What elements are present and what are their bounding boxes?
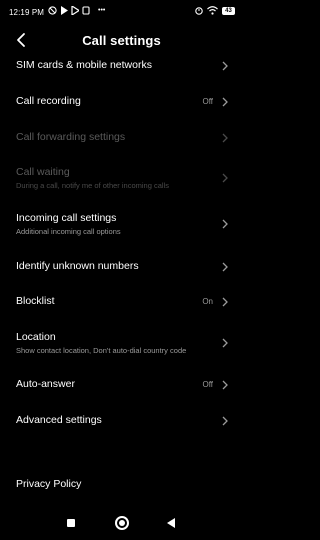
setting-label: SIM cards & mobile networks — [16, 59, 152, 71]
system-icons: 43 — [195, 6, 235, 15]
page-title: Call settings — [82, 33, 161, 48]
sim-cards-setting[interactable]: SIM cards & mobile networks — [0, 56, 243, 78]
chevron-right-icon — [222, 416, 228, 426]
home-button[interactable] — [115, 516, 129, 530]
setting-label: Call forwarding settings — [16, 131, 126, 143]
setting-label: Location — [16, 331, 56, 343]
blocklist-setting[interactable]: Blocklist On — [0, 292, 243, 314]
chevron-right-icon — [222, 297, 228, 307]
setting-description: During a call, notify me of other incomi… — [16, 181, 169, 190]
more-notifications-icon: ••• — [98, 7, 106, 14]
chevron-right-icon — [222, 133, 228, 143]
chevron-right-icon — [222, 219, 228, 229]
chevron-right-icon — [222, 262, 228, 272]
alarm-icon — [195, 7, 203, 15]
chevron-right-icon — [222, 97, 228, 107]
chevron-right-icon — [222, 338, 228, 348]
setting-label: Advanced settings — [16, 414, 102, 426]
setting-value: On — [202, 297, 213, 306]
call-recording-setting[interactable]: Call recording Off — [0, 92, 243, 114]
top-bar: Call settings — [0, 30, 243, 52]
chevron-right-icon — [222, 61, 228, 71]
call-forwarding-setting: Call forwarding settings — [0, 128, 243, 150]
back-button[interactable] — [167, 518, 175, 528]
location-setting[interactable]: Location Show contact location, Don't au… — [0, 329, 243, 359]
battery-icon: 43 — [222, 6, 235, 15]
setting-description: Show contact location, Don't auto-dial c… — [16, 346, 187, 355]
setting-label: Privacy Policy — [16, 478, 82, 490]
battery-level: 43 — [225, 7, 232, 14]
notification-icons: ••• — [48, 6, 105, 15]
app-notification-icon — [82, 6, 90, 15]
setting-value: Off — [202, 97, 213, 106]
setting-label: Call recording — [16, 95, 81, 107]
setting-label: Blocklist — [16, 295, 55, 307]
advanced-settings[interactable]: Advanced settings — [0, 411, 243, 433]
chevron-right-icon — [222, 380, 228, 390]
setting-value: Off — [202, 380, 213, 389]
no-disturb-icon — [48, 6, 57, 15]
play-icon — [61, 6, 68, 15]
call-waiting-setting: Call waiting During a call, notify me of… — [0, 164, 243, 194]
status-bar: 12:19 PM ••• 43 — [0, 0, 243, 24]
auto-answer-setting[interactable]: Auto-answer Off — [0, 375, 243, 397]
setting-label: Incoming call settings — [16, 212, 117, 224]
status-time: 12:19 PM — [9, 8, 45, 17]
recents-button[interactable] — [67, 519, 75, 527]
setting-description: Additional incoming call options — [16, 227, 121, 236]
chevron-right-icon — [222, 173, 228, 183]
setting-label: Call waiting — [16, 166, 70, 178]
incoming-call-setting[interactable]: Incoming call settings Additional incomi… — [0, 210, 243, 240]
wifi-icon — [207, 6, 218, 15]
play-store-icon — [71, 6, 79, 15]
setting-label: Auto-answer — [16, 378, 75, 390]
identify-unknown-setting[interactable]: Identify unknown numbers — [0, 257, 243, 279]
privacy-policy-link[interactable]: Privacy Policy — [0, 475, 243, 497]
setting-label: Identify unknown numbers — [16, 260, 139, 272]
navigation-bar — [0, 508, 243, 540]
